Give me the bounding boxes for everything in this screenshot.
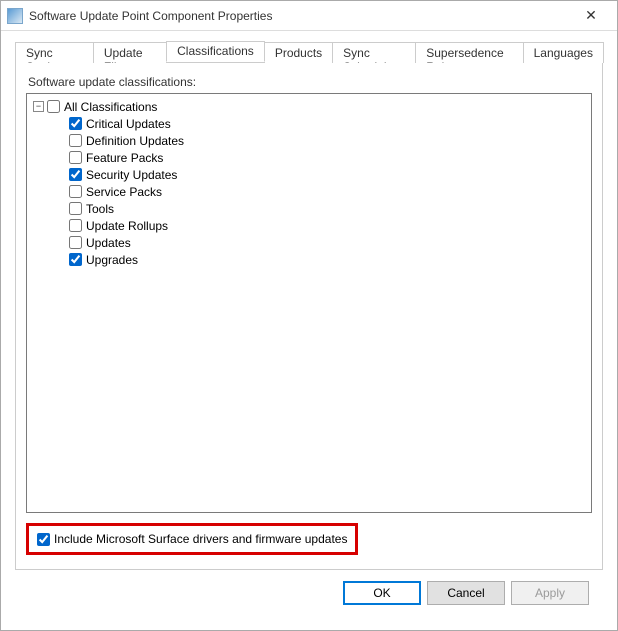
checkbox-service-packs[interactable]: [69, 185, 82, 198]
tab-body-classifications: Software update classifications: − All C…: [15, 63, 603, 570]
tree-label: Upgrades: [86, 253, 138, 267]
tree-node-service-packs[interactable]: Service Packs: [31, 183, 587, 200]
tree-node-feature-packs[interactable]: Feature Packs: [31, 149, 587, 166]
cancel-button[interactable]: Cancel: [427, 581, 505, 605]
checkbox-all-classifications[interactable]: [47, 100, 60, 113]
checkbox-upgrades[interactable]: [69, 253, 82, 266]
section-label: Software update classifications:: [28, 75, 592, 89]
checkbox-critical-updates[interactable]: [69, 117, 82, 130]
ok-button[interactable]: OK: [343, 581, 421, 605]
highlight-box: Include Microsoft Surface drivers and fi…: [26, 523, 358, 555]
window-title: Software Update Point Component Properti…: [29, 9, 571, 23]
include-surface-label: Include Microsoft Surface drivers and fi…: [54, 532, 347, 546]
tab-sync-schedule[interactable]: Sync Schedule: [332, 42, 416, 63]
tree-label: Critical Updates: [86, 117, 171, 131]
tab-update-files[interactable]: Update Files: [93, 42, 167, 63]
checkbox-updates[interactable]: [69, 236, 82, 249]
close-button[interactable]: ✕: [571, 2, 611, 30]
tree-label: Update Rollups: [86, 219, 168, 233]
collapse-icon[interactable]: −: [33, 101, 44, 112]
apply-button: Apply: [511, 581, 589, 605]
checkbox-feature-packs[interactable]: [69, 151, 82, 164]
tree-node-all-classifications[interactable]: − All Classifications: [31, 98, 587, 115]
tree-node-security-updates[interactable]: Security Updates: [31, 166, 587, 183]
checkbox-security-updates[interactable]: [69, 168, 82, 181]
tree-node-tools[interactable]: Tools: [31, 200, 587, 217]
tree-label: Service Packs: [86, 185, 162, 199]
tab-languages[interactable]: Languages: [523, 42, 604, 63]
tabstrip: Sync Settings Update Files Classificatio…: [15, 41, 603, 63]
checkbox-update-rollups[interactable]: [69, 219, 82, 232]
checkbox-definition-updates[interactable]: [69, 134, 82, 147]
classifications-tree: − All Classifications Critical Updates D…: [26, 93, 592, 513]
tree-label: Security Updates: [86, 168, 177, 182]
dialog-window: Software Update Point Component Properti…: [0, 0, 618, 631]
tab-supersedence-rules[interactable]: Supersedence Rules: [415, 42, 523, 63]
tree-node-critical-updates[interactable]: Critical Updates: [31, 115, 587, 132]
tab-products[interactable]: Products: [264, 42, 333, 63]
dialog-content: Sync Settings Update Files Classificatio…: [1, 31, 617, 630]
tree-node-update-rollups[interactable]: Update Rollups: [31, 217, 587, 234]
checkbox-tools[interactable]: [69, 202, 82, 215]
dialog-footer: OK Cancel Apply: [15, 570, 603, 616]
checkbox-include-surface-drivers[interactable]: [37, 533, 50, 546]
app-icon: [7, 8, 23, 24]
tree-node-upgrades[interactable]: Upgrades: [31, 251, 587, 268]
tree-label: All Classifications: [64, 100, 157, 114]
tree-label: Definition Updates: [86, 134, 184, 148]
tab-classifications[interactable]: Classifications: [166, 41, 265, 62]
tree-label: Feature Packs: [86, 151, 163, 165]
tab-sync-settings[interactable]: Sync Settings: [15, 42, 94, 63]
tree-node-definition-updates[interactable]: Definition Updates: [31, 132, 587, 149]
close-icon: ✕: [585, 7, 597, 24]
tree-label: Tools: [86, 202, 114, 216]
tree-label: Updates: [86, 236, 131, 250]
tree-node-updates[interactable]: Updates: [31, 234, 587, 251]
titlebar: Software Update Point Component Properti…: [1, 1, 617, 31]
